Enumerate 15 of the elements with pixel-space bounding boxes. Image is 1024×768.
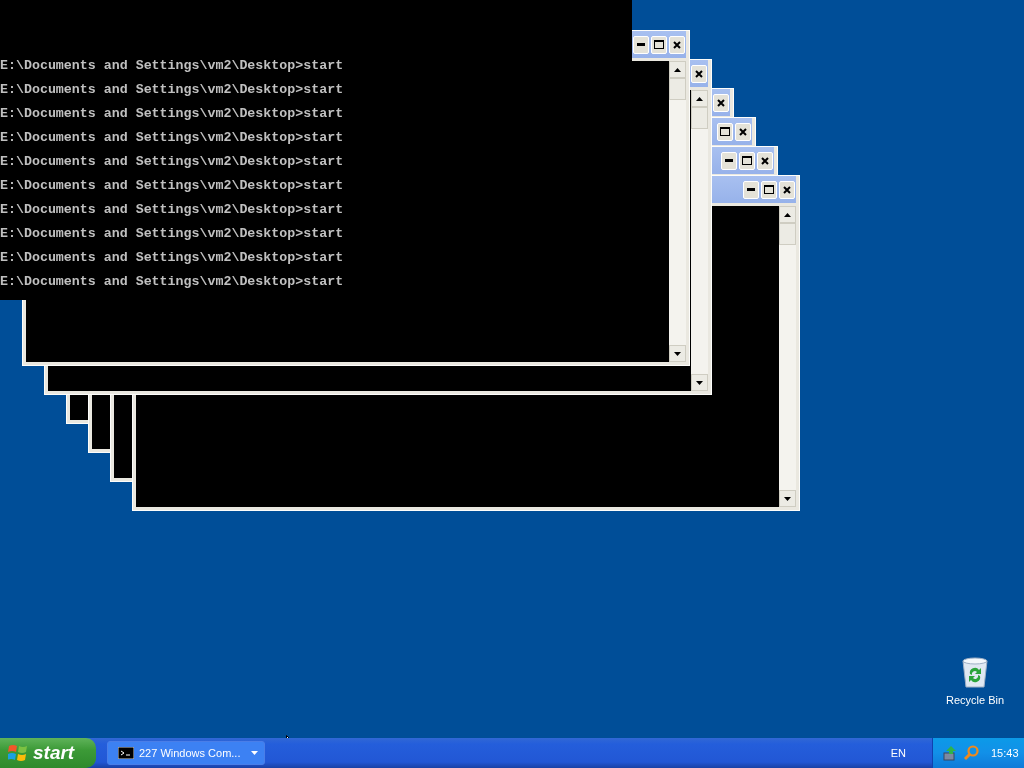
console-line: E:\Documents and Settings\vm2\Desktop>start: [0, 82, 345, 98]
clock[interactable]: 15:43: [991, 747, 1019, 759]
desktop-icon-label: Recycle Bin: [945, 694, 1005, 706]
console-line: E:\Documents and Settings\vm2\Desktop>start: [0, 154, 345, 170]
console-line: E:\Documents and Settings\vm2\Desktop>start: [0, 274, 345, 290]
console-line: E:\Documents and Settings\vm2\Desktop>start: [0, 106, 345, 122]
language-indicator[interactable]: EN: [890, 747, 906, 759]
taskbar-button[interactable]: 227 Windows Com...: [107, 741, 265, 765]
start-button[interactable]: start: [0, 738, 96, 768]
console-line: E:\Documents and Settings\vm2\Desktop>start: [0, 226, 345, 242]
console-line: E:\Documents and Settings\vm2\Desktop>start: [0, 202, 345, 218]
console-line: E:\Documents and Settings\vm2\Desktop>start: [0, 130, 345, 146]
console-line: E:\Documents and Settings\vm2\Desktop>start: [0, 178, 345, 194]
console-line: E:\Documents and Settings\vm2\Desktop>start: [0, 250, 345, 266]
console-line: E:\Documents and Settings\vm2\Desktop>start: [0, 58, 345, 74]
